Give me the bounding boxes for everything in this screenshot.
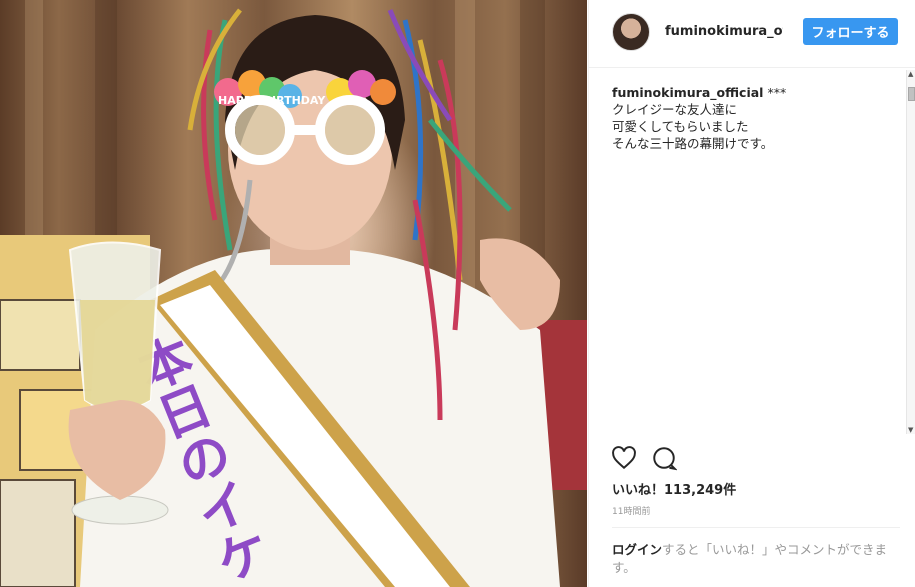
photo-illustration: HAPPY BIRTHDAY 本日のイケ	[0, 0, 587, 587]
like-count[interactable]: いいね！113,249件	[612, 479, 736, 498]
scroll-thumb[interactable]	[908, 87, 915, 101]
post-sidebar: fuminokimura_official フォローする fuminokimur…	[588, 0, 915, 587]
post-header: fuminokimura_official フォローする	[589, 0, 915, 68]
heart-icon[interactable]	[611, 445, 637, 471]
caption-mark: ***	[767, 85, 787, 100]
login-prompt: ログインすると「いいね！」やコメントができます。	[612, 541, 897, 577]
scroll-down-arrow-icon[interactable]: ▼	[908, 426, 913, 434]
action-bar	[611, 445, 901, 473]
caption-line: 可愛くしてもらいました	[612, 119, 749, 134]
post-photo[interactable]: HAPPY BIRTHDAY 本日のイケ	[0, 0, 587, 587]
login-link[interactable]: ログイン	[612, 542, 662, 557]
comments-scrollbar[interactable]: ▲ ▼	[906, 70, 915, 434]
caption-line: そんな三十路の幕開けです。	[612, 136, 774, 151]
divider	[612, 527, 900, 528]
caption: fuminokimura_official ***	[612, 84, 897, 101]
comments-area: fuminokimura_official *** クレイジーな友人達に 可愛く…	[612, 84, 897, 434]
scroll-up-arrow-icon[interactable]: ▲	[908, 70, 913, 78]
post-timestamp[interactable]: 11時間前	[612, 504, 650, 517]
comment-bubble-icon[interactable]	[651, 445, 678, 471]
username-link[interactable]: fuminokimura_official	[665, 24, 783, 39]
follow-button[interactable]: フォローする	[803, 18, 898, 45]
caption-username[interactable]: fuminokimura_official	[612, 85, 763, 100]
caption-line: クレイジーな友人達に	[612, 102, 738, 117]
avatar[interactable]	[612, 13, 650, 51]
